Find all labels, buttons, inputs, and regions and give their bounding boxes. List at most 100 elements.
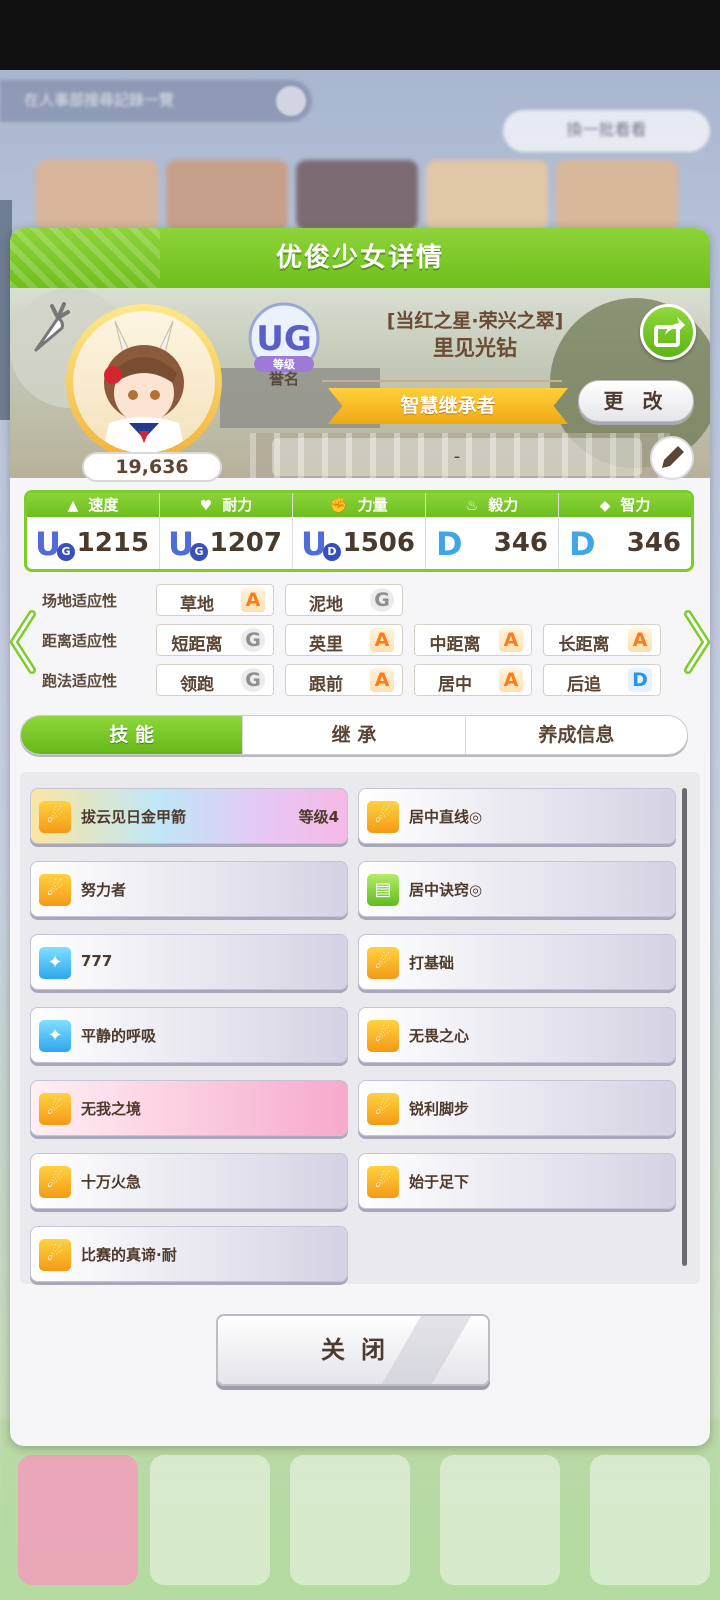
aptitude-grade: G bbox=[241, 628, 265, 652]
stat-label: 毅力 bbox=[488, 496, 519, 514]
aptitude-grade: A bbox=[241, 588, 265, 612]
aptitude-cell: 长距离 A bbox=[543, 624, 661, 656]
change-title-button[interactable]: 更 改 bbox=[578, 380, 694, 422]
aptitude-name: 泥地 bbox=[309, 595, 343, 615]
skill-orange-icon: ☄ bbox=[367, 947, 399, 979]
skill-name: 锐利脚步 bbox=[409, 1100, 470, 1118]
skill-name: 无畏之心 bbox=[409, 1027, 470, 1045]
shoe-icon: ▲ bbox=[67, 498, 79, 514]
aptitude-name: 草地 bbox=[180, 595, 214, 615]
skill-orange-icon: ☄ bbox=[39, 874, 71, 906]
status-bar bbox=[0, 0, 720, 70]
aptitude-cell: 草地 A bbox=[156, 584, 274, 616]
skill-item[interactable]: ✦ 平静的呼吸 bbox=[30, 1007, 348, 1063]
aptitude-row-distance: 距离适应性 短距离 G 英里 A 中距离 A 长距离 A bbox=[30, 624, 690, 656]
skill-item[interactable]: ☄ 居中直线◎ bbox=[358, 788, 676, 844]
dialog-title: 优俊少女详情 bbox=[275, 243, 444, 273]
skill-name: 居中直线◎ bbox=[409, 808, 483, 826]
skill-item[interactable]: ☄ 十万火急 bbox=[30, 1153, 348, 1209]
background-menu-item bbox=[150, 1455, 270, 1585]
aptitude-cell: 领跑 G bbox=[156, 664, 274, 696]
stat-grade-sub: G bbox=[57, 543, 75, 561]
skill-item[interactable]: ☄ 无畏之心 bbox=[358, 1007, 676, 1063]
name-divider bbox=[322, 380, 562, 382]
pencil-icon bbox=[662, 446, 684, 468]
stat-grade: D bbox=[569, 525, 596, 563]
skill-name: 始于足下 bbox=[409, 1173, 470, 1191]
aptitude-label: 跑法适应性 bbox=[42, 672, 118, 690]
aptitude-cell: 英里 A bbox=[285, 624, 403, 656]
stat-grade-sub: G bbox=[190, 543, 208, 561]
detail-tabs: 技 能 继 承 养成信息 bbox=[20, 715, 688, 755]
stat-grade: D bbox=[436, 525, 463, 563]
aptitude-grade: A bbox=[499, 628, 523, 652]
background-character-card bbox=[36, 160, 158, 230]
skill-orange-icon: ☄ bbox=[39, 1239, 71, 1271]
background-menu-item bbox=[18, 1455, 138, 1585]
skill-item[interactable]: ✦ 777 bbox=[30, 934, 348, 990]
stat-value: 346 bbox=[626, 528, 681, 558]
character-title: [当红之星·荣兴之翠] bbox=[386, 310, 564, 332]
skill-item[interactable]: ☄ 无我之境 bbox=[30, 1080, 348, 1136]
aptitude-cell: 居中 A bbox=[414, 664, 532, 696]
skill-item[interactable]: ☄ 打基础 bbox=[358, 934, 676, 990]
rank-badge-text: UG bbox=[256, 319, 312, 359]
stat-label: 力量 bbox=[357, 496, 388, 514]
skill-item[interactable]: ☄ 比赛的真谛·耐 bbox=[30, 1226, 348, 1282]
stat-grade-sub: D bbox=[323, 543, 341, 561]
stat-power: ✊ 力量 U D 1506 bbox=[293, 493, 426, 569]
skill-orange-icon: ☄ bbox=[39, 1166, 71, 1198]
aptitude-row-style: 跑法适应性 领跑 G 跟前 A 居中 A 后追 D bbox=[30, 664, 690, 696]
tab-training-info[interactable]: 养成信息 bbox=[466, 716, 687, 754]
stat-wisdom: ◆ 智力 D 346 bbox=[559, 493, 691, 569]
stat-value: 1207 bbox=[209, 528, 282, 558]
skill-green-icon: ▤ bbox=[367, 874, 399, 906]
aptitude-name: 领跑 bbox=[180, 675, 214, 695]
stat-value: 1506 bbox=[342, 528, 415, 558]
skill-item[interactable]: ☄ 锐利脚步 bbox=[358, 1080, 676, 1136]
flame-icon: ♨ bbox=[465, 498, 479, 514]
stat-guts: ♨ 毅力 D 346 bbox=[426, 493, 559, 569]
stat-speed: ▲ 速度 U G 1215 bbox=[27, 493, 160, 569]
skill-name: 比赛的真谛·耐 bbox=[81, 1246, 177, 1264]
share-button[interactable] bbox=[640, 304, 696, 360]
aptitude-grade: D bbox=[628, 668, 652, 692]
aptitude-grade: A bbox=[370, 668, 394, 692]
character-avatar[interactable] bbox=[66, 304, 222, 460]
skill-name: 努力者 bbox=[81, 881, 127, 899]
stat-label: 速度 bbox=[88, 496, 119, 514]
skill-name: 打基础 bbox=[409, 954, 455, 972]
stat-value: 346 bbox=[493, 528, 548, 558]
close-button[interactable]: 关闭 bbox=[216, 1314, 490, 1386]
skill-name: 拔云见日金甲箭 bbox=[81, 808, 187, 826]
skill-name: 平静的呼吸 bbox=[81, 1027, 157, 1045]
background-search-icon bbox=[276, 86, 306, 116]
tab-inheritance[interactable]: 继 承 bbox=[243, 716, 466, 754]
skill-level: 等级4 bbox=[298, 808, 339, 826]
skill-item[interactable]: ☄ 努力者 bbox=[30, 861, 348, 917]
aptitude-row-track: 场地适应性 草地 A 泥地 G bbox=[30, 584, 690, 616]
aptitude-name: 后追 bbox=[567, 675, 601, 695]
background-character-card bbox=[296, 160, 418, 230]
background-menu-item bbox=[440, 1455, 560, 1585]
aptitude-cell: 后追 D bbox=[543, 664, 661, 696]
skill-list-scrollbar[interactable] bbox=[682, 788, 687, 1266]
inheritor-title-ribbon: 智慧继承者 bbox=[328, 388, 568, 424]
background-menu-item bbox=[290, 1455, 410, 1585]
carrot-icon[interactable] bbox=[28, 300, 70, 356]
close-button-label: 关闭 bbox=[321, 1336, 401, 1364]
skill-name: 777 bbox=[81, 952, 113, 970]
aptitude-name: 跟前 bbox=[309, 675, 343, 695]
edit-comment-button[interactable] bbox=[650, 436, 694, 480]
background-button: 換一批看看 bbox=[503, 110, 710, 152]
aptitude-name: 中距离 bbox=[429, 635, 481, 655]
skill-item[interactable]: ☄ 始于足下 bbox=[358, 1153, 676, 1209]
stat-stamina: ♥ 耐力 U G 1207 bbox=[160, 493, 293, 569]
tab-skills[interactable]: 技 能 bbox=[21, 716, 244, 754]
skill-item[interactable]: ▤ 居中诀窍◎ bbox=[358, 861, 676, 917]
stats-panel: ▲ 速度 U G 1215 ♥ 耐力 U G 1207 ✊ 力量 U D 1506 bbox=[24, 490, 694, 572]
skill-item[interactable]: ☄ 拔云见日金甲箭 等级4 bbox=[30, 788, 348, 844]
skill-orange-icon: ☄ bbox=[367, 801, 399, 833]
background-character-card bbox=[426, 160, 548, 230]
character-portrait bbox=[103, 320, 185, 453]
